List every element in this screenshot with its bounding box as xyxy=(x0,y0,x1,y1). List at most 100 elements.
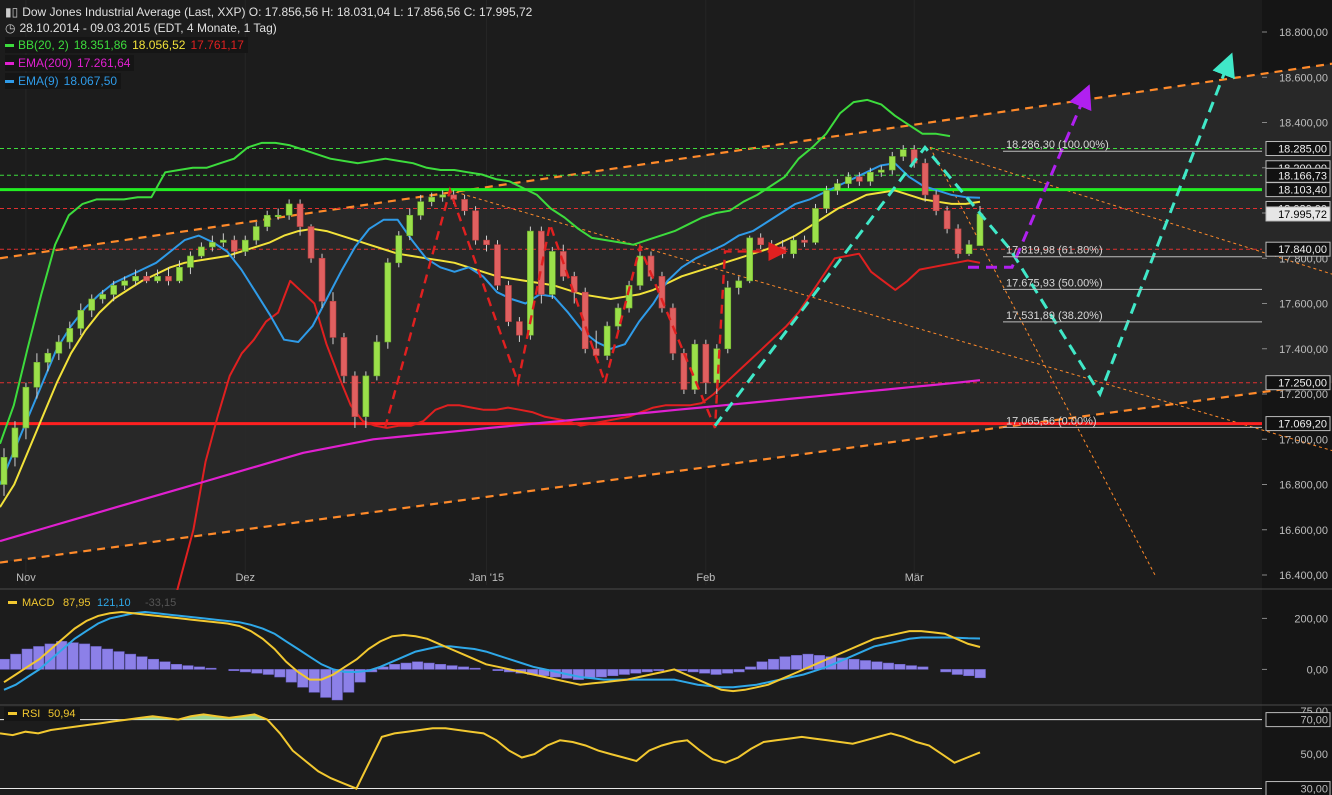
macd-tick-label: 0,00 xyxy=(1307,664,1328,676)
title-line: ▮▯ Dow Jones Industrial Average (Last, XX… xyxy=(5,4,532,20)
macd-histogram-bar xyxy=(917,666,929,670)
candle-body xyxy=(856,176,863,182)
legend-name: EMA(200) xyxy=(18,56,73,70)
macd-histogram-bar xyxy=(618,669,630,675)
legend-row[interactable]: BB(20, 2) 18.351,86 18.056,52 17.761,17 xyxy=(5,37,248,53)
candle-body xyxy=(274,214,282,218)
macd-histogram-bar xyxy=(974,669,986,679)
macd-histogram-bar xyxy=(90,646,102,670)
macd-histogram-bar xyxy=(768,658,780,670)
legend-row[interactable]: EMA(200) 17.261,64 xyxy=(5,55,135,71)
macd-histogram-bar xyxy=(699,669,711,674)
price-tag-label: 17.069,20 xyxy=(1278,419,1327,431)
y-tick-label: 17.200,00 xyxy=(1279,389,1328,401)
macd-histogram-bar xyxy=(756,661,768,670)
fib-level-label: 17.065,56 (0.00%) xyxy=(1006,415,1097,427)
candle-body xyxy=(505,285,512,322)
candle-body xyxy=(965,244,973,255)
candle-body xyxy=(899,149,907,157)
macd-histogram-bar xyxy=(170,664,182,670)
macd-histogram-bar xyxy=(400,662,412,670)
candle-body xyxy=(362,375,370,417)
candle-body xyxy=(318,257,326,302)
candle-body xyxy=(549,251,556,295)
candle-body xyxy=(198,246,205,257)
legend-value: 18.067,50 xyxy=(63,74,118,88)
macd-histogram-bar xyxy=(251,669,263,674)
y-tick-label: 17.400,00 xyxy=(1279,344,1328,356)
legend-name: BB(20, 2) xyxy=(18,38,69,52)
rsi-panel[interactable]: RSI 50,94 75,0070,0050,0030,00 xyxy=(0,706,1332,795)
candle-body xyxy=(779,246,786,255)
legend-row[interactable]: EMA(9) 18.067,50 xyxy=(5,73,122,89)
candle-body xyxy=(472,210,479,241)
macd-value: 87,95 xyxy=(63,597,91,609)
candle-body xyxy=(241,239,249,252)
candle-body xyxy=(636,255,644,286)
macd-histogram-bar xyxy=(182,665,194,670)
rsi-tick-label: 50,00 xyxy=(1300,749,1328,761)
rsi-swatch-icon xyxy=(8,712,17,715)
candle-body xyxy=(932,194,940,212)
macd-histogram-bar xyxy=(745,666,757,670)
chart-header: ▮▯ Dow Jones Industrial Average (Last, XX… xyxy=(5,4,532,90)
macd-histogram-bar xyxy=(308,669,320,693)
candle-body xyxy=(428,196,435,202)
macd-panel[interactable]: MACD 87,95 121,10 -33,15 200,00 0,00 xyxy=(0,590,1332,706)
chart-window: 18.286,30 (100.00%) 17.819,98 (61.80%) 17.… xyxy=(0,0,1332,795)
macd-histogram-bar xyxy=(389,664,401,670)
clock-icon: ◷ xyxy=(5,21,16,35)
candle-body xyxy=(834,183,841,191)
candle-body xyxy=(33,362,41,388)
indicator-legend: BB(20, 2) 18.351,86 18.056,52 17.761,17 EMA(… xyxy=(5,36,532,90)
candle-body xyxy=(121,280,128,286)
candle-body xyxy=(867,171,874,182)
candle-body xyxy=(406,214,414,236)
candle-body xyxy=(801,239,808,243)
x-tick-label: Mär xyxy=(905,572,924,584)
macd-histogram-bar xyxy=(687,669,699,673)
macd-histogram-bar xyxy=(791,655,803,670)
candle-body xyxy=(165,276,172,282)
fib-level-label: 17.531,89 (38.20%) xyxy=(1006,310,1103,322)
macd-histogram-bar xyxy=(79,643,91,670)
macd-histogram-bar xyxy=(446,665,458,670)
fib-level-label: 18.286,30 (100.00%) xyxy=(1006,139,1109,151)
macd-histogram-bar xyxy=(871,661,883,670)
candle-body xyxy=(110,285,117,295)
macd-histogram-bar xyxy=(940,669,952,673)
candle-body xyxy=(285,203,293,216)
macd-tick-label: 200,00 xyxy=(1294,613,1328,625)
macd-histogram-bar xyxy=(423,662,435,670)
macd-histogram-bar xyxy=(148,658,160,670)
y-tick-label: 16.800,00 xyxy=(1279,480,1328,492)
macd-histogram-bar xyxy=(630,669,642,674)
candle-body xyxy=(516,321,523,336)
candle-body xyxy=(954,228,962,255)
candle-body xyxy=(943,210,951,230)
candle-body xyxy=(296,203,304,227)
macd-axis-background xyxy=(1262,590,1332,706)
macd-histogram-bar xyxy=(653,669,665,671)
y-tick-label: 17.600,00 xyxy=(1279,299,1328,311)
candle-body xyxy=(44,352,52,363)
price-tag: 17.840,00 xyxy=(1265,241,1331,257)
macd-histogram-bar xyxy=(710,669,722,675)
x-tick-label: Feb xyxy=(696,572,715,584)
price-tag: 17.069,20 xyxy=(1265,416,1331,432)
macd-histogram-bar xyxy=(193,666,205,670)
legend-swatch-icon xyxy=(5,80,14,84)
macd-histogram-bar xyxy=(905,665,917,670)
macd-histogram-bar xyxy=(10,653,22,670)
candle-body xyxy=(187,255,194,268)
candlestick-icon: ▮▯ xyxy=(5,5,19,19)
candle-body xyxy=(329,300,337,338)
candle-body xyxy=(757,237,764,245)
x-tick-label: Dez xyxy=(235,572,255,584)
macd-histogram-bar xyxy=(159,661,171,670)
candle-body xyxy=(461,199,468,212)
candle-body xyxy=(735,280,743,288)
legend-swatch-icon xyxy=(5,44,14,48)
price-tag-label: 18.103,40 xyxy=(1278,185,1327,197)
price-tag: 17.250,00 xyxy=(1265,375,1331,391)
